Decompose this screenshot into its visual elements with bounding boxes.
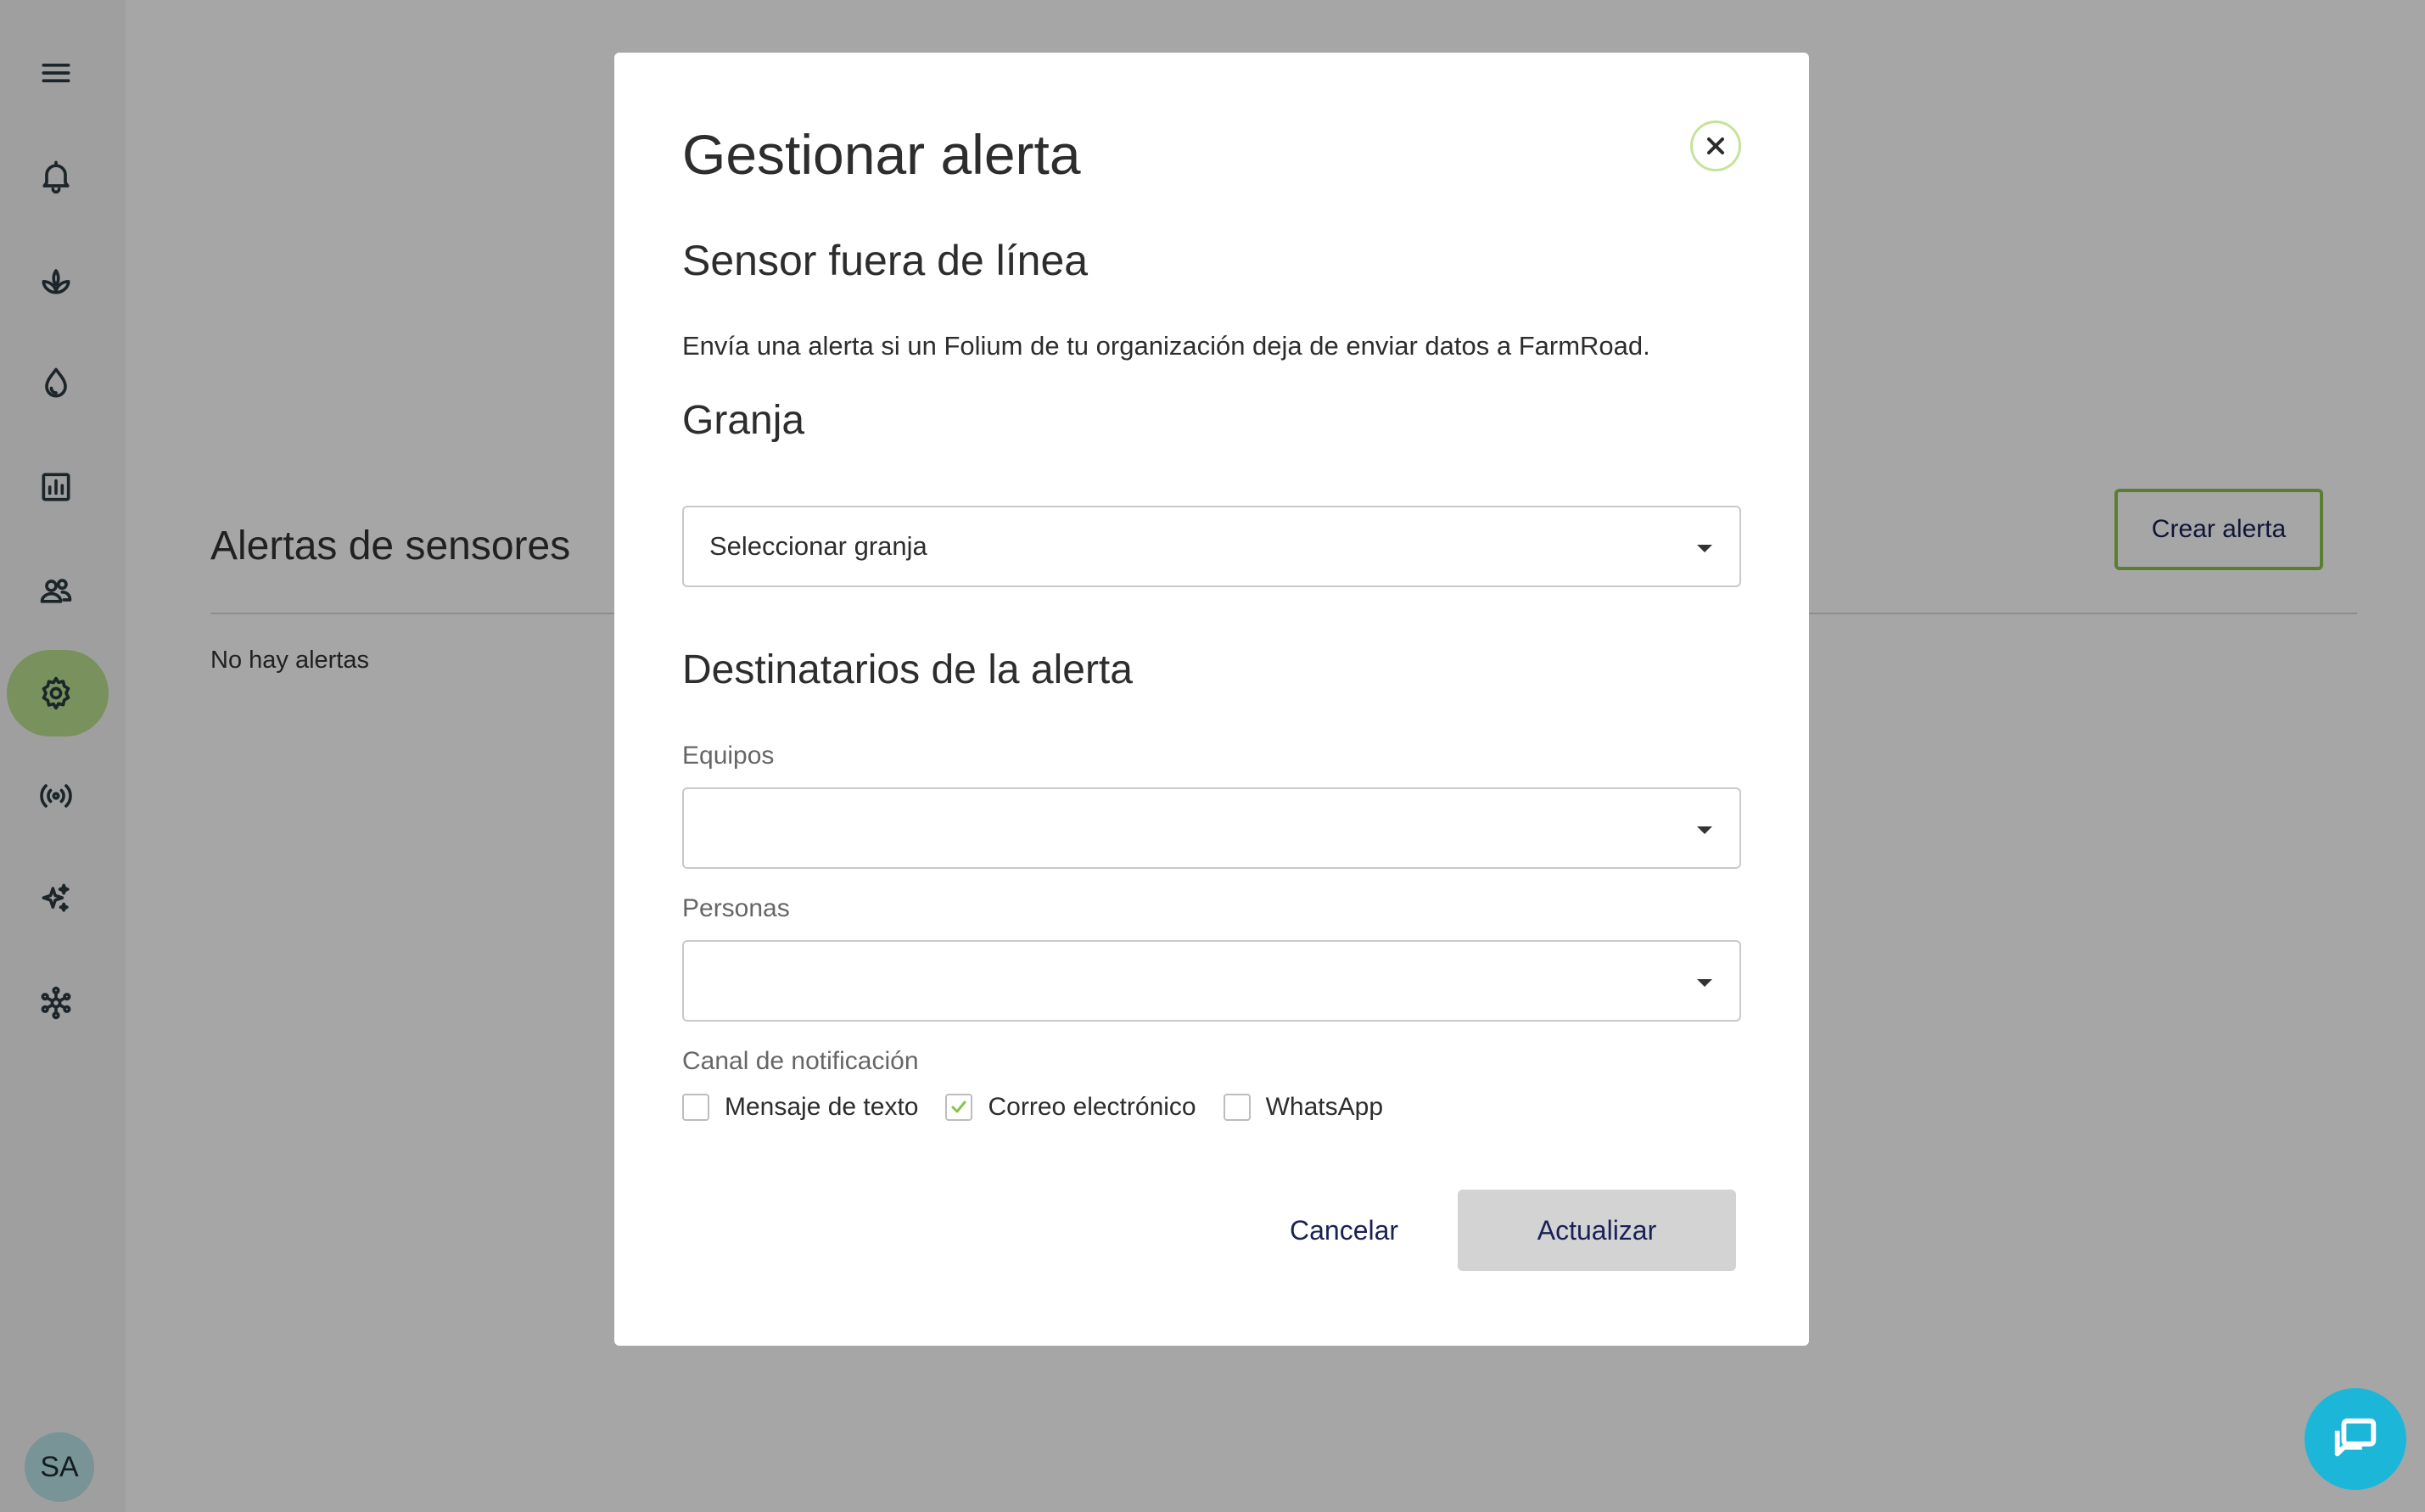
email-label: Correo electrónico xyxy=(988,1093,1196,1121)
channel-whatsapp[interactable]: WhatsApp xyxy=(1223,1093,1384,1122)
chat-icon xyxy=(2334,1418,2377,1457)
channel-sms[interactable]: Mensaje de texto xyxy=(682,1093,918,1122)
update-label: Actualizar xyxy=(1537,1214,1657,1246)
teams-select[interactable] xyxy=(682,787,1741,869)
farm-heading: Granja xyxy=(682,398,805,443)
caret-down-icon xyxy=(1697,979,1712,987)
close-icon xyxy=(1707,137,1724,154)
cancel-button[interactable]: Cancelar xyxy=(1273,1190,1415,1271)
caret-down-icon xyxy=(1697,826,1712,834)
sms-checkbox[interactable] xyxy=(682,1094,709,1121)
teams-label: Equipos xyxy=(682,742,775,770)
close-button[interactable] xyxy=(1690,120,1741,171)
checkmark-icon xyxy=(951,1100,966,1113)
chat-button[interactable] xyxy=(2305,1388,2406,1490)
people-select[interactable] xyxy=(682,940,1741,1022)
sms-label: Mensaje de texto xyxy=(725,1093,919,1121)
recipients-heading: Destinatarios de la alerta xyxy=(682,647,1133,692)
farm-select-value: Seleccionar granja xyxy=(709,531,927,561)
whatsapp-checkbox[interactable] xyxy=(1223,1094,1251,1121)
whatsapp-label: WhatsApp xyxy=(1265,1093,1384,1121)
farm-select[interactable]: Seleccionar granja xyxy=(682,506,1741,587)
channel-label: Canal de notificación xyxy=(682,1047,919,1075)
manage-alert-dialog: Gestionar alerta Sensor fuera de línea E… xyxy=(614,53,1809,1346)
caret-down-icon xyxy=(1697,545,1712,552)
alert-type-heading: Sensor fuera de línea xyxy=(682,237,1089,284)
notification-channels: Mensaje de texto Correo electrónico What… xyxy=(682,1093,1410,1122)
cancel-label: Cancelar xyxy=(1290,1214,1399,1246)
dialog-title: Gestionar alerta xyxy=(682,123,1081,186)
update-button[interactable]: Actualizar xyxy=(1458,1190,1736,1271)
people-label: Personas xyxy=(682,894,790,922)
alert-description: Envía una alerta si un Folium de tu orga… xyxy=(682,331,1650,361)
channel-email[interactable]: Correo electrónico xyxy=(945,1093,1196,1122)
email-checkbox[interactable] xyxy=(945,1094,973,1121)
